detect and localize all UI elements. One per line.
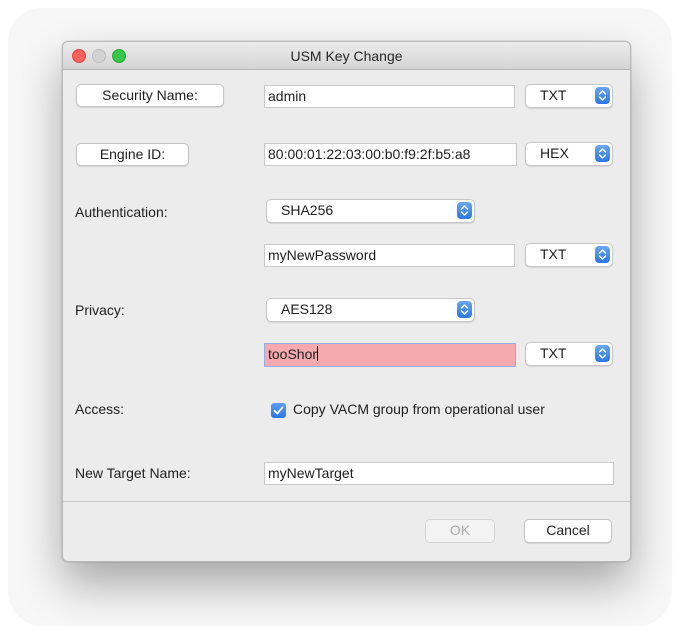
authentication-label: Authentication: — [75, 204, 168, 220]
privacy-password-text: tooShor — [268, 346, 318, 362]
title-bar: USM Key Change — [63, 42, 630, 70]
security-name-field[interactable]: admin — [264, 85, 515, 108]
new-target-name-label: New Target Name: — [75, 465, 191, 481]
copy-vacm-group-checkbox[interactable] — [271, 403, 286, 418]
chevron-updown-icon — [457, 202, 472, 219]
footer-divider — [63, 501, 630, 502]
authentication-protocol-value: SHA256 — [281, 202, 334, 218]
new-target-name-field[interactable]: myNewTarget — [264, 462, 614, 485]
chevron-updown-icon — [595, 145, 610, 162]
privacy-password-encoding-select[interactable]: TXT — [525, 342, 613, 366]
authentication-protocol-select[interactable]: SHA256 — [266, 199, 475, 223]
chevron-updown-icon — [595, 246, 610, 263]
engine-id-encoding-value: HEX — [540, 145, 569, 161]
authentication-password-encoding-select[interactable]: TXT — [525, 243, 613, 267]
ok-button[interactable]: OK — [425, 519, 495, 543]
usm-key-change-dialog: USM Key Change Security Name: admin TXT … — [62, 41, 631, 562]
security-name-encoding-value: TXT — [540, 87, 567, 103]
text-cursor — [317, 346, 319, 361]
privacy-password-encoding-value: TXT — [540, 345, 567, 361]
engine-id-encoding-select[interactable]: HEX — [525, 142, 613, 166]
chevron-updown-icon — [595, 87, 610, 104]
checkmark-icon — [273, 406, 284, 415]
privacy-protocol-value: AES128 — [281, 301, 333, 317]
privacy-protocol-select[interactable]: AES128 — [266, 298, 475, 322]
cancel-button[interactable]: Cancel — [524, 519, 612, 543]
copy-vacm-group-label[interactable]: Copy VACM group from operational user — [293, 401, 545, 417]
privacy-label: Privacy: — [75, 302, 125, 318]
window-title: USM Key Change — [290, 48, 403, 64]
engine-id-button[interactable]: Engine ID: — [76, 143, 189, 166]
chevron-updown-icon — [457, 301, 472, 318]
access-label: Access: — [75, 401, 125, 417]
engine-id-field[interactable]: 80:00:01:22:03:00:b0:f9:2f:b5:a8 — [264, 143, 517, 166]
chevron-updown-icon — [595, 345, 610, 362]
security-name-encoding-select[interactable]: TXT — [525, 84, 613, 108]
authentication-password-field[interactable]: myNewPassword — [264, 244, 515, 267]
authentication-password-encoding-value: TXT — [540, 246, 567, 262]
privacy-password-field[interactable]: tooShor — [264, 343, 516, 367]
security-name-button[interactable]: Security Name: — [76, 84, 224, 107]
